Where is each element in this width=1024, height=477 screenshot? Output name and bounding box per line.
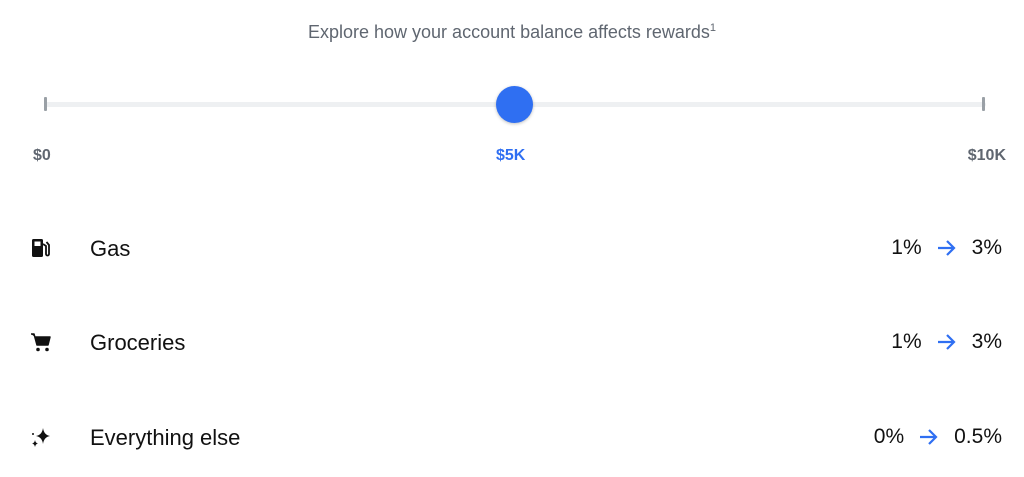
slider-max-tick — [982, 97, 985, 111]
sparkles-icon — [29, 425, 53, 449]
reward-row-gas: Gas 1% 3% — [0, 228, 1024, 268]
arrow-right-icon — [936, 238, 958, 258]
current-rate: 0% — [873, 425, 905, 448]
current-rate: 1% — [891, 236, 922, 259]
current-rate: 1% — [891, 330, 922, 353]
reward-rate-change: 0% 0.5% — [874, 425, 1002, 449]
reward-row-groceries: Groceries 1% 3% — [0, 322, 1024, 362]
arrow-right-icon — [918, 427, 940, 447]
reward-rate-change: 1% 3% — [891, 330, 1002, 354]
boosted-rate: 0.5% — [954, 425, 1002, 448]
heading-text: Explore how your account balance affects… — [307, 22, 710, 42]
boosted-rate: 3% — [971, 236, 1002, 259]
shopping-cart-icon — [29, 330, 53, 354]
reward-row-everything-else: Everything else 0% 0.5% — [0, 417, 1024, 457]
balance-slider-thumb[interactable] — [496, 86, 533, 123]
gas-pump-icon — [29, 236, 53, 260]
reward-rate-change: 1% 3% — [891, 236, 1002, 260]
reward-category-label: Everything else — [90, 425, 241, 450]
slider-max-label: $10K — [967, 147, 1006, 164]
slider-current-value-label: $5K — [496, 147, 526, 164]
arrow-right-icon — [936, 332, 958, 352]
rewards-explainer-heading: Explore how your account balance affects… — [0, 22, 1024, 43]
reward-category-label: Gas — [90, 236, 131, 261]
reward-category-label: Groceries — [90, 330, 186, 355]
boosted-rate: 3% — [971, 330, 1002, 353]
footnote-marker[interactable]: 1 — [710, 22, 716, 34]
slider-min-label: $0 — [33, 147, 51, 164]
slider-min-tick — [44, 97, 47, 111]
